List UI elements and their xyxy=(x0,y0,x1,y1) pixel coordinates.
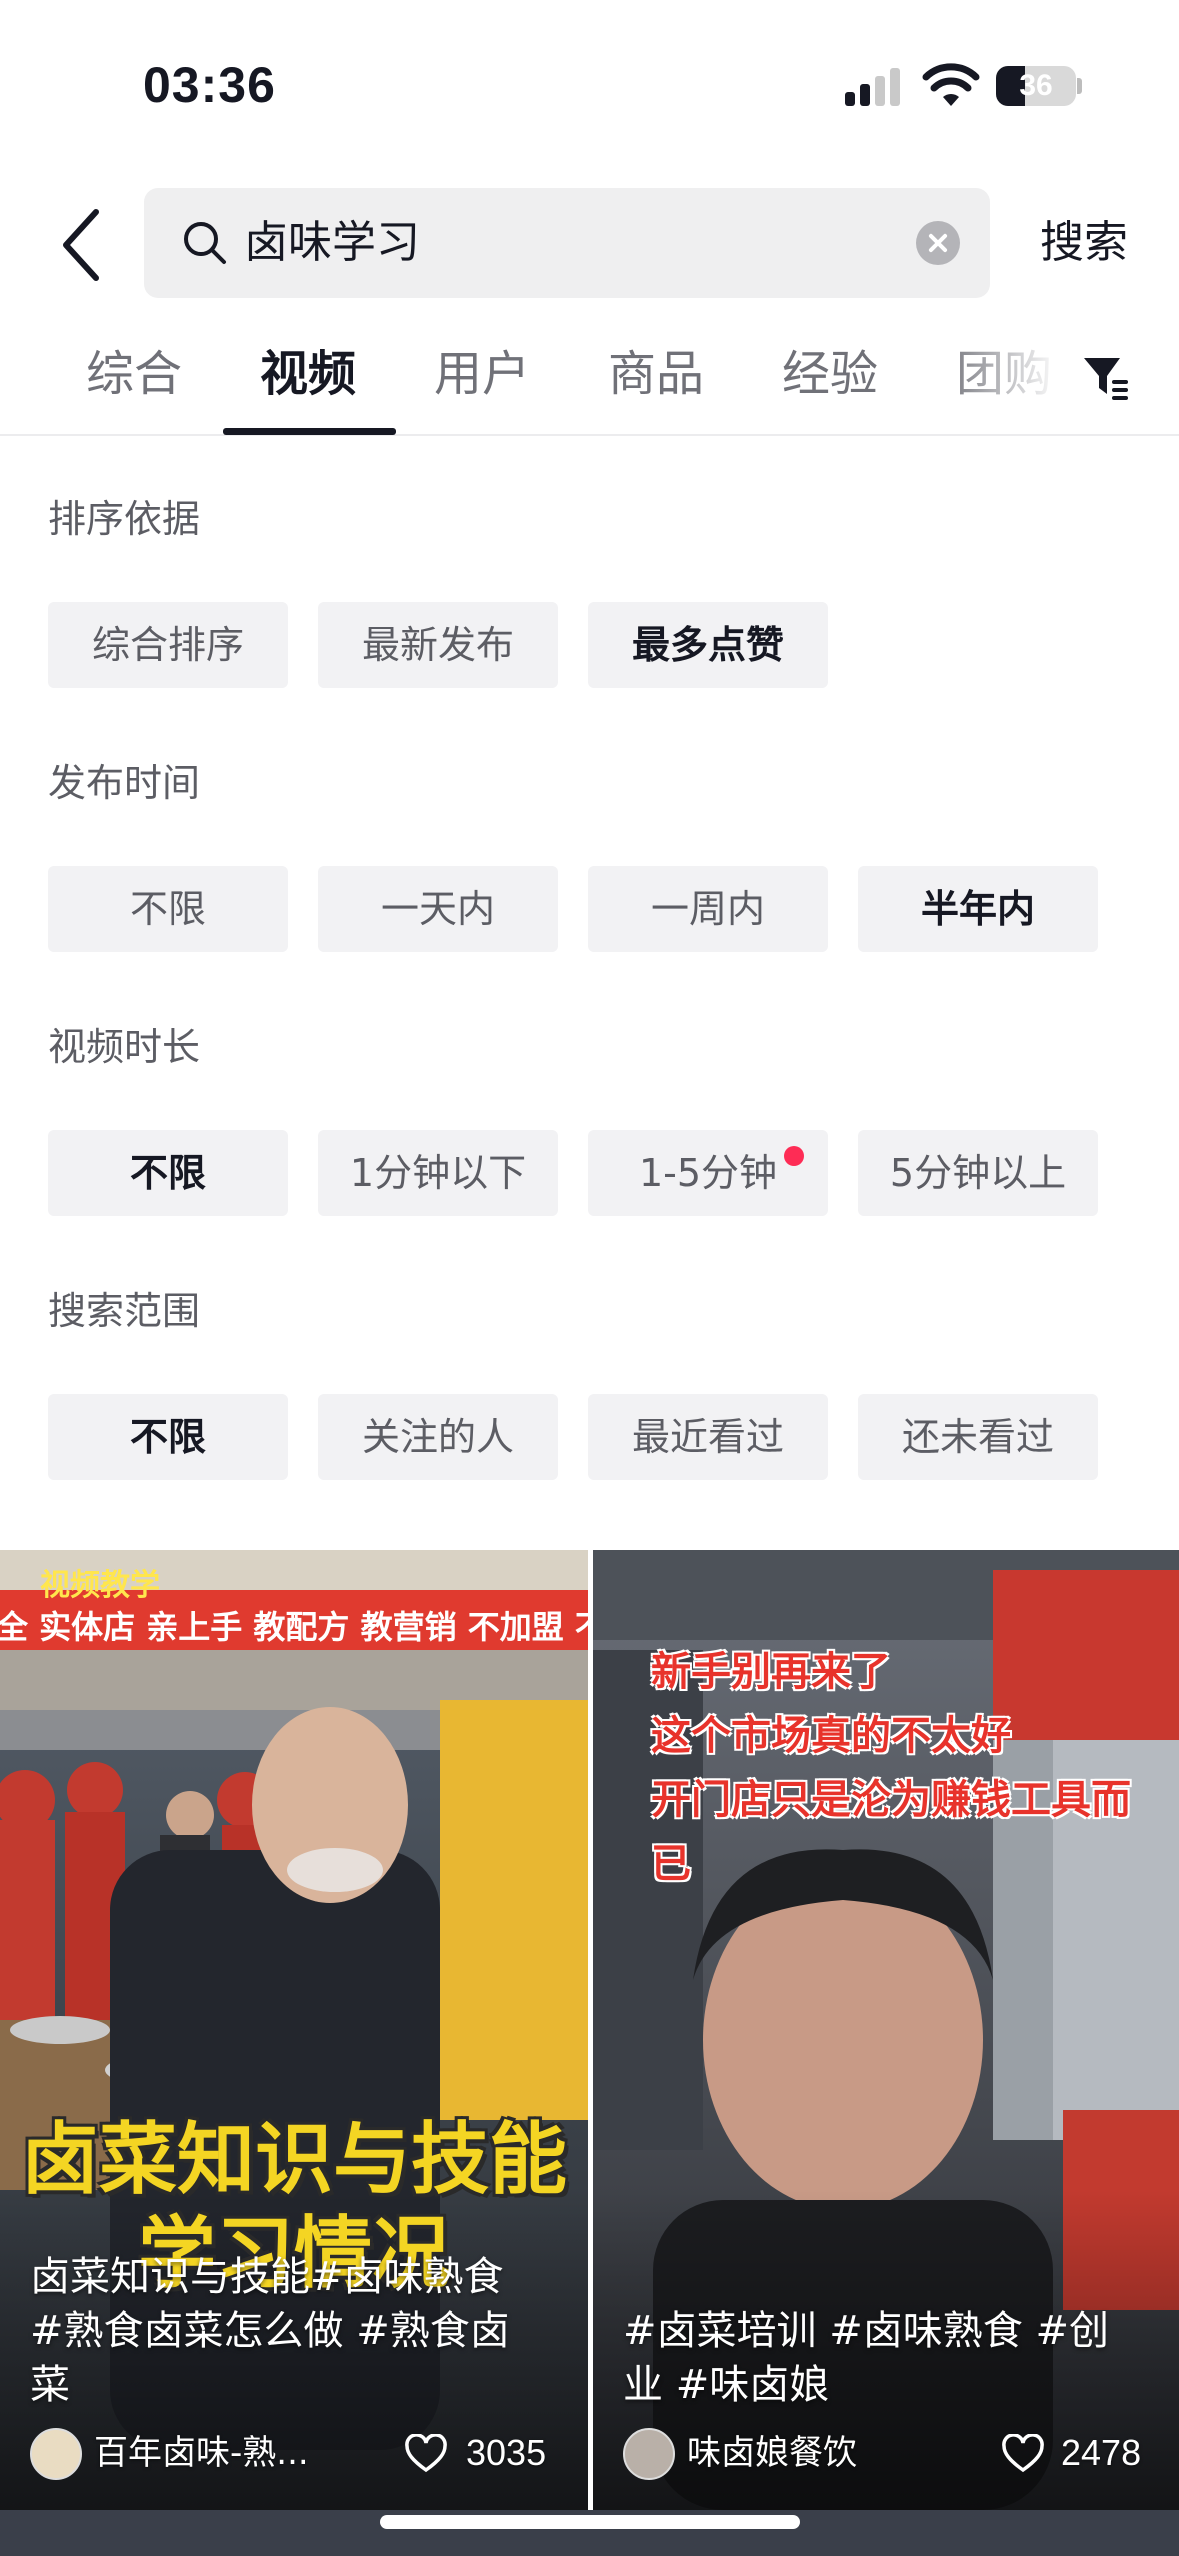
active-tab-indicator xyxy=(223,428,396,435)
like-count: 2478 xyxy=(1061,2432,1142,2473)
duration-option-over-5min[interactable]: 5分钟以上 xyxy=(858,1130,1098,1216)
video-card[interactable]: 视频教学 全 实体店 亲上手 教配方 教营销 不加盟 不要料 卤菜知识与技能 学… xyxy=(0,1550,588,2510)
battery-tip xyxy=(1077,78,1082,94)
tab-users[interactable]: 用户 xyxy=(434,344,530,404)
status-bar: 03:36 36 xyxy=(0,0,1179,170)
sort-option-comprehensive[interactable]: 综合排序 xyxy=(48,602,288,688)
battery-icon: 36 xyxy=(996,66,1076,106)
duration-option-under-1min[interactable]: 1分钟以下 xyxy=(318,1130,558,1216)
time-option-week[interactable]: 一周内 xyxy=(588,866,828,952)
video-overlay-line: 新手别再来了 xyxy=(651,1649,891,1695)
heart-icon xyxy=(1002,2434,1044,2473)
heart-icon xyxy=(405,2434,447,2473)
time-option-half-year[interactable]: 半年内 xyxy=(858,866,1098,952)
scope-option-following[interactable]: 关注的人 xyxy=(318,1394,558,1480)
sort-section-title: 排序依据 xyxy=(48,497,201,541)
tab-experience[interactable]: 经验 xyxy=(782,344,878,404)
time-option-any[interactable]: 不限 xyxy=(48,866,288,952)
home-indicator[interactable] xyxy=(380,2515,800,2529)
video-overlay-line: 这个市场真的不太好 xyxy=(651,1713,1011,1759)
scope-option-not-viewed[interactable]: 还未看过 xyxy=(858,1394,1098,1480)
clear-icon[interactable] xyxy=(916,221,960,265)
video-overlay-title: 卤菜知识与技能 xyxy=(20,2115,567,2205)
video-caption: 卤菜知识与技能#卤味熟食 #熟食卤菜怎么做 #熟食卤菜 xyxy=(30,2254,510,2408)
search-query: 卤味学习 xyxy=(244,217,420,268)
duration-section-title: 视频时长 xyxy=(48,1025,201,1069)
result-tabs: 综合 视频 用户 商品 经验 团购 xyxy=(0,330,1179,436)
tab-products[interactable]: 商品 xyxy=(608,344,704,404)
battery-level: 36 xyxy=(1019,69,1053,102)
video-author-row: 百年卤味-熟... 3035 xyxy=(30,2426,558,2482)
tab-comprehensive[interactable]: 综合 xyxy=(86,344,182,404)
video-author-row: 味卤娘餐饮 2478 xyxy=(623,2426,1149,2482)
duration-option-any[interactable]: 不限 xyxy=(48,1130,288,1216)
scope-section-title: 搜索范围 xyxy=(48,1289,201,1333)
author-name[interactable]: 味卤娘餐饮 xyxy=(687,2430,857,2476)
signal-icon xyxy=(845,66,905,106)
search-button[interactable]: 搜索 xyxy=(1040,213,1128,273)
back-icon[interactable] xyxy=(52,200,112,290)
sort-option-most-liked[interactable]: 最多点赞 xyxy=(588,602,828,688)
video-caption: #卤菜培训 #卤味熟食 #创业 #味卤娘 xyxy=(623,2308,1109,2408)
author-name[interactable]: 百年卤味-熟... xyxy=(94,2430,309,2476)
filter-icon[interactable] xyxy=(1080,352,1132,404)
search-icon xyxy=(184,222,226,264)
sort-option-latest[interactable]: 最新发布 xyxy=(318,602,558,688)
new-badge-dot xyxy=(784,1146,804,1166)
video-banner-top: 视频教学 xyxy=(40,1568,160,1603)
tab-video[interactable]: 视频 xyxy=(260,344,356,404)
duration-option-1-5min[interactable]: 1-5分钟 xyxy=(588,1130,828,1216)
video-banner: 全 实体店 亲上手 教配方 教营销 不加盟 不要料 xyxy=(0,1608,588,1646)
video-card[interactable]: 新手别再来了 这个市场真的不太好 开门店只是沦为赚钱工具而 已 #卤菜培训 #卤… xyxy=(593,1550,1179,2510)
status-time: 03:36 xyxy=(143,57,276,113)
video-overlay-line: 开门店只是沦为赚钱工具而 xyxy=(651,1777,1131,1823)
time-section-title: 发布时间 xyxy=(48,761,201,805)
video-overlay-line: 已 xyxy=(651,1841,691,1887)
search-input[interactable]: 卤味学习 xyxy=(144,188,990,298)
scope-option-recently-viewed[interactable]: 最近看过 xyxy=(588,1394,828,1480)
time-option-day[interactable]: 一天内 xyxy=(318,866,558,952)
tab-fade xyxy=(940,330,1090,430)
avatar[interactable] xyxy=(623,2428,675,2480)
like-count: 3035 xyxy=(466,2432,547,2473)
avatar[interactable] xyxy=(30,2428,82,2480)
scope-option-any[interactable]: 不限 xyxy=(48,1394,288,1480)
wifi-icon xyxy=(922,63,980,106)
